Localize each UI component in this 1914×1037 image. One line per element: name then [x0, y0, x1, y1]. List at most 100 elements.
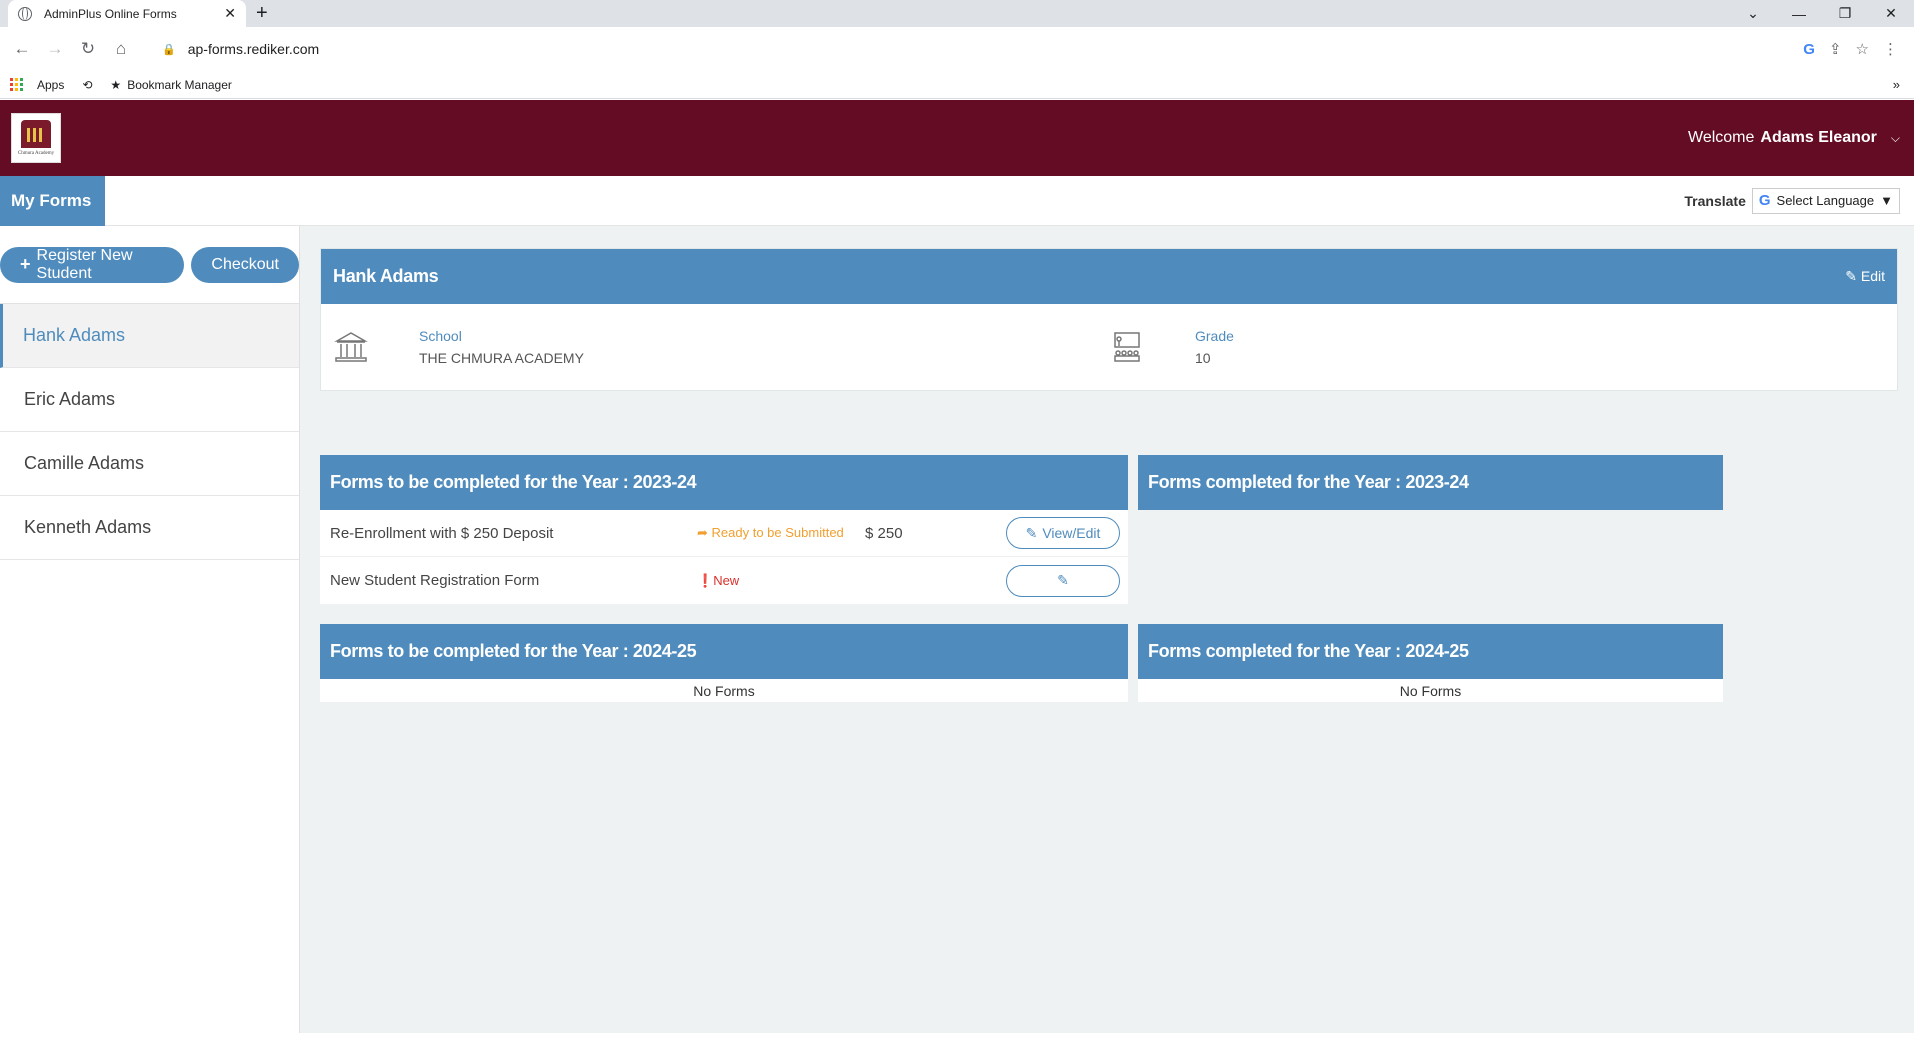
restore-button[interactable]: ❐ — [1822, 5, 1868, 22]
user-menu[interactable]: Welcome Adams Eleanor ⌵ — [1688, 129, 1900, 147]
student-name: Hank Adams — [333, 266, 439, 286]
student-info-card: Hank Adams ✎ Edit School THE CHMURA ACAD… — [320, 248, 1898, 391]
browser-tab[interactable]: AdminPlus Online Forms ✕ — [8, 0, 246, 27]
checkout-button[interactable]: Checkout — [191, 246, 299, 283]
new-tab-button[interactable]: + — [256, 2, 268, 25]
plus-icon: + — [20, 254, 31, 274]
form-name: Re-Enrollment with $ 250 Deposit — [330, 524, 554, 542]
tab-search-icon[interactable]: ⌄ — [1730, 5, 1776, 22]
form-row: New Student Registration Form ❗New ✎ — [320, 557, 1128, 604]
user-name: Adams Eleanor — [1760, 129, 1877, 146]
pencil-icon: ✎ — [1025, 524, 1038, 541]
main-content: Hank Adams ✎ Edit School THE CHMURA ACAD… — [300, 226, 1914, 1033]
edit-form-button[interactable]: ✎ — [1006, 564, 1120, 597]
forms-grid: Forms to be completed for the Year : 202… — [320, 455, 1898, 702]
status-text: Ready to be Submitted — [711, 525, 844, 540]
sub-navbar: My Forms Translate G Select Language ▼ — [0, 175, 1914, 226]
no-forms-text: No Forms — [1138, 679, 1723, 702]
forms-todo-2023-panel: Forms to be completed for the Year : 202… — [320, 455, 1128, 604]
register-new-student-button[interactable]: + Register New Student — [0, 246, 185, 283]
school-value: THE CHMURA ACADEMY — [419, 350, 584, 366]
google-icon[interactable]: G — [1803, 41, 1815, 58]
share-arrow-icon: ➦ — [697, 525, 708, 540]
forms-todo-2023-list: Re-Enrollment with $ 250 Deposit ➦ Ready… — [320, 510, 1128, 604]
reload-icon[interactable]: ↻ — [74, 39, 102, 59]
school-building-icon — [334, 332, 368, 362]
browser-tabstrip: AdminPlus Online Forms ✕ + ⌄ — ❐ ✕ — [0, 0, 1914, 27]
globe-icon — [18, 6, 32, 21]
classroom-icon — [1114, 332, 1140, 362]
academy-emblem-icon — [21, 120, 51, 148]
url-text: ap-forms.rediker.com — [187, 41, 320, 57]
bookmark-star-icon[interactable]: ☆ — [1856, 40, 1869, 58]
translate-widget: Translate G Select Language ▼ — [1684, 187, 1900, 214]
chevron-down-icon: ⌵ — [1890, 130, 1900, 145]
form-name: New Student Registration Form — [330, 572, 540, 589]
bookmark-apps[interactable]: Apps — [10, 78, 64, 92]
forward-icon[interactable]: → — [41, 39, 69, 59]
exclamation-circle-icon: ❗ — [697, 572, 714, 588]
bookmark-manager-label: Bookmark Manager — [127, 77, 232, 92]
form-row: Re-Enrollment with $ 250 Deposit ➦ Ready… — [320, 510, 1128, 557]
bookmarks-bar: Apps ⟲ ★ Bookmark Manager » — [0, 71, 1914, 99]
view-edit-label: View/Edit — [1042, 525, 1101, 541]
grade-label: Grade — [1195, 328, 1234, 344]
forms-done-2024-panel: Forms completed for the Year : 2024-25 N… — [1138, 624, 1723, 702]
app-header: Chmura Academy Welcome Adams Eleanor ⌵ — [0, 100, 1914, 176]
translate-label: Translate — [1684, 192, 1746, 209]
school-label: School — [419, 328, 462, 344]
grade-value: 10 — [1195, 350, 1211, 366]
logo-text: Chmura Academy — [17, 151, 55, 156]
lock-icon: 🔒 — [162, 43, 176, 56]
edit-label: Edit — [1860, 268, 1885, 284]
address-bar: ← → ↻ ⌂ 🔒 ap-forms.rediker.com G ⇪ ☆ ⋮ — [0, 27, 1914, 71]
student-sidebar: + Register New Student Checkout Hank Ada… — [0, 226, 300, 1033]
tab-title: AdminPlus Online Forms — [44, 6, 177, 21]
language-select[interactable]: G Select Language ▼ — [1751, 187, 1900, 214]
register-label: Register New Student — [36, 246, 133, 282]
forms-todo-2023-header: Forms to be completed for the Year : 202… — [320, 455, 1128, 510]
welcome-prefix: Welcome — [1688, 129, 1755, 146]
student-item-eric[interactable]: Eric Adams — [0, 368, 299, 432]
share-icon[interactable]: ⇪ — [1829, 40, 1842, 58]
form-amount: $ 250 — [865, 524, 903, 542]
status-badge: ➦ Ready to be Submitted — [697, 525, 865, 541]
status-text: New — [713, 572, 740, 588]
school-logo[interactable]: Chmura Academy — [11, 113, 61, 163]
forms-done-2024-header: Forms completed for the Year : 2024-25 — [1138, 624, 1723, 679]
edit-student-link[interactable]: ✎ Edit — [1845, 268, 1885, 285]
window-controls: ⌄ — ❐ ✕ — [1730, 0, 1914, 27]
school-field: School THE CHMURA ACADEMY — [333, 328, 1109, 366]
student-item-camille[interactable]: Camille Adams — [0, 432, 299, 496]
my-forms-tab[interactable]: My Forms — [0, 175, 106, 226]
home-icon[interactable]: ⌂ — [107, 39, 135, 59]
close-tab-icon[interactable]: ✕ — [224, 5, 236, 22]
star-icon: ★ — [110, 77, 122, 92]
student-item-kenneth[interactable]: Kenneth Adams — [0, 496, 299, 560]
status-badge: ❗New — [697, 573, 865, 589]
dropdown-arrow-icon: ▼ — [1880, 193, 1893, 208]
minimize-button[interactable]: — — [1776, 6, 1822, 22]
google-g-icon: G — [1758, 192, 1771, 209]
forms-done-2023-header: Forms completed for the Year : 2023-24 — [1138, 455, 1723, 510]
no-forms-text: No Forms — [320, 679, 1128, 702]
view-edit-button[interactable]: ✎ View/Edit — [1006, 517, 1120, 549]
bookmarks-overflow-icon[interactable]: » — [1893, 77, 1900, 92]
student-details: School THE CHMURA ACADEMY Grade 10 — [321, 304, 1897, 390]
close-window-button[interactable]: ✕ — [1868, 5, 1914, 22]
forms-todo-2024-header: Forms to be completed for the Year : 202… — [320, 624, 1128, 679]
sidebar-actions: + Register New Student Checkout — [0, 226, 299, 304]
url-input[interactable]: 🔒 ap-forms.rediker.com — [150, 34, 1803, 64]
student-card-header: Hank Adams ✎ Edit — [321, 249, 1897, 304]
apps-grid-icon — [10, 78, 23, 91]
language-select-value: Select Language — [1776, 193, 1875, 208]
bookmark-apps-label: Apps — [37, 77, 65, 92]
forms-done-2023-panel: Forms completed for the Year : 2023-24 — [1138, 455, 1723, 604]
bookmark-manager[interactable]: ★ Bookmark Manager — [110, 78, 231, 92]
history-icon[interactable]: ⟲ — [82, 78, 92, 92]
pencil-icon: ✎ — [1057, 572, 1069, 588]
back-icon[interactable]: ← — [8, 39, 36, 59]
forms-todo-2024-panel: Forms to be completed for the Year : 202… — [320, 624, 1128, 702]
menu-kebab-icon[interactable]: ⋮ — [1883, 40, 1898, 58]
student-item-hank[interactable]: Hank Adams — [0, 304, 299, 368]
